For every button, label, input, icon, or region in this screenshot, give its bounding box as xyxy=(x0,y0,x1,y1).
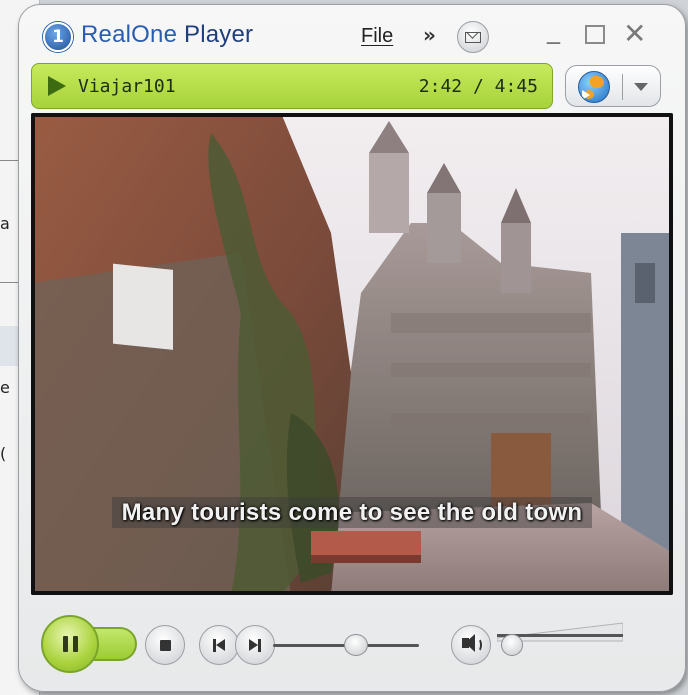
previous-button[interactable] xyxy=(199,625,239,665)
media-browser-button[interactable] xyxy=(565,65,661,107)
clip-title: Viajar101 xyxy=(78,76,176,97)
close-button[interactable]: ✕ xyxy=(623,17,646,50)
seek-slider-thumb[interactable] xyxy=(343,634,368,656)
logo-glyph: 1 xyxy=(52,27,64,47)
playback-controls xyxy=(19,597,685,689)
background-text: e xyxy=(0,378,10,397)
maximize-button[interactable] xyxy=(585,25,605,44)
play-icon xyxy=(48,76,66,96)
more-menu-button[interactable]: » xyxy=(423,23,436,47)
chevron-down-icon[interactable] xyxy=(634,83,648,91)
minimize-button[interactable]: _ xyxy=(547,15,560,45)
app-title-rest: Player xyxy=(177,21,254,48)
video-display[interactable]: Many tourists come to see the old town xyxy=(31,113,673,595)
volume-icon xyxy=(462,634,475,652)
clip-time: 2:42 / 4:45 xyxy=(418,76,538,97)
stop-icon xyxy=(160,640,171,651)
app-title-brand: RealOne xyxy=(81,21,178,48)
stop-button[interactable] xyxy=(145,625,185,665)
media-globe-icon xyxy=(578,71,610,103)
mute-button[interactable] xyxy=(451,625,491,665)
background-text: a xyxy=(0,214,10,233)
message-icon xyxy=(465,31,481,43)
video-subtitle: Many tourists come to see the old town xyxy=(31,497,673,528)
next-icon xyxy=(248,638,262,652)
realone-player-window: 1 RealOne Player File » _ ✕ Viajar101 2:… xyxy=(18,4,686,692)
background-text: ( xyxy=(0,444,7,463)
title-bar[interactable]: 1 RealOne Player File » _ ✕ xyxy=(19,5,685,61)
file-menu[interactable]: File xyxy=(361,25,393,48)
message-center-button[interactable] xyxy=(457,21,489,53)
previous-icon xyxy=(212,638,226,652)
pause-button[interactable] xyxy=(41,615,99,673)
volume-slider-thumb[interactable] xyxy=(501,634,524,656)
divider xyxy=(622,74,623,100)
now-playing-bar[interactable]: Viajar101 2:42 / 4:45 xyxy=(31,63,553,109)
realone-logo-icon: 1 xyxy=(43,22,73,52)
pause-icon xyxy=(63,636,68,652)
next-button[interactable] xyxy=(235,625,275,665)
app-title: RealOne Player xyxy=(81,21,253,49)
